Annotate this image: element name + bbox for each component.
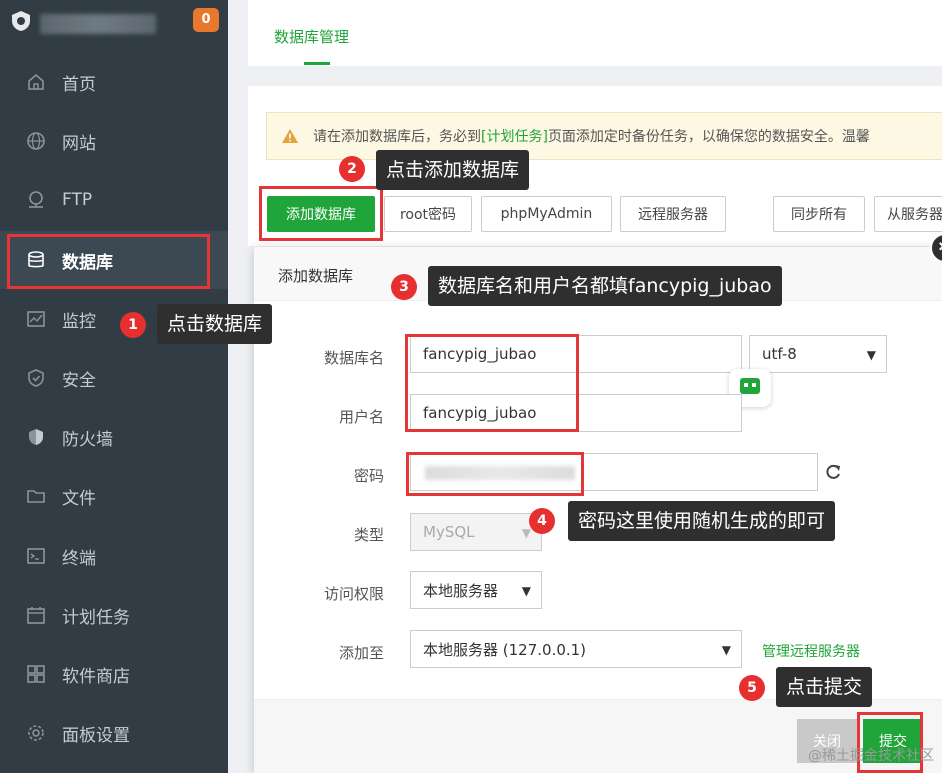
add-to-value: 本地服务器 (127.0.0.1) bbox=[423, 640, 587, 659]
charset-select[interactable]: utf-8 ▼ bbox=[749, 335, 887, 373]
sidebar-header: 0 bbox=[0, 0, 228, 46]
cron-task-link[interactable]: [计划任务] bbox=[481, 126, 548, 146]
step-tip-1: 点击数据库 bbox=[157, 304, 273, 344]
logo-icon bbox=[12, 11, 30, 31]
sidebar-item-home[interactable]: 首页 bbox=[0, 53, 228, 111]
terminal-icon bbox=[27, 548, 45, 564]
chevron-down-icon: ▼ bbox=[866, 348, 876, 362]
sidebar-item-security[interactable]: 安全 bbox=[0, 349, 228, 407]
tab-database-management[interactable]: 数据库管理 bbox=[274, 26, 349, 47]
sidebar-item-panel-settings[interactable]: 面板设置 bbox=[0, 704, 228, 762]
apps-icon bbox=[27, 665, 45, 683]
refresh-icon[interactable] bbox=[822, 461, 844, 483]
server-name-blurred bbox=[40, 14, 156, 34]
warning-icon bbox=[282, 129, 298, 143]
manage-remote-link[interactable]: 管理远程服务器 bbox=[762, 641, 860, 661]
sidebar-item-cron[interactable]: 计划任务 bbox=[0, 586, 228, 644]
shield-check-icon bbox=[28, 369, 44, 387]
step-number-3: 3 bbox=[391, 274, 417, 300]
step-number-4: 4 bbox=[529, 508, 555, 534]
dialog-close-button[interactable] bbox=[930, 233, 942, 263]
gear-icon bbox=[28, 725, 44, 741]
username-label: 用户名 bbox=[338, 408, 384, 426]
type-value: MySQL bbox=[423, 523, 475, 541]
password-label: 密码 bbox=[353, 467, 384, 485]
remote-server-button[interactable]: 远程服务器 bbox=[620, 196, 726, 232]
sidebar-item-label: 监控 bbox=[62, 311, 96, 332]
access-label: 访问权限 bbox=[323, 585, 384, 603]
sidebar-item-files[interactable]: 文件 bbox=[0, 467, 228, 525]
type-select: MySQL ▼ bbox=[410, 513, 542, 551]
warning-text-suffix: 页面添加定时备份任务，以确保您的数据安全。温馨 bbox=[547, 129, 870, 145]
active-tab-indicator bbox=[304, 62, 330, 65]
sync-all-button[interactable]: 同步所有 bbox=[773, 196, 865, 232]
phpmyadmin-button[interactable]: phpMyAdmin bbox=[481, 196, 612, 232]
sidebar-item-firewall[interactable]: 防火墙 bbox=[0, 408, 228, 466]
sidebar-item-label: 计划任务 bbox=[62, 607, 130, 628]
monitor-icon bbox=[27, 311, 45, 327]
db-name-label: 数据库名 bbox=[323, 349, 384, 367]
root-password-button[interactable]: root密码 bbox=[384, 196, 472, 232]
main-tabbar: 数据库管理 bbox=[248, 0, 942, 66]
sidebar-item-label: 终端 bbox=[62, 548, 96, 569]
chevron-down-icon: ▼ bbox=[521, 584, 531, 598]
folder-icon bbox=[27, 490, 45, 503]
callout-box-password bbox=[406, 452, 584, 496]
sidebar-item-label: 面板设置 bbox=[62, 725, 130, 746]
callout-box-names bbox=[405, 334, 579, 432]
step-tip-5: 点击提交 bbox=[776, 667, 873, 707]
home-icon bbox=[28, 73, 44, 90]
sidebar-item-ftp[interactable]: FTP bbox=[0, 171, 228, 229]
sidebar-item-terminal[interactable]: 终端 bbox=[0, 527, 228, 585]
step-tip-2: 点击添加数据库 bbox=[376, 150, 530, 190]
step-number-5: 5 bbox=[739, 675, 765, 701]
access-select[interactable]: 本地服务器 ▼ bbox=[410, 571, 542, 609]
sidebar-item-label: 网站 bbox=[62, 133, 96, 154]
sidebar-item-label: 安全 bbox=[62, 370, 96, 391]
sidebar-item-label: 文件 bbox=[62, 488, 96, 509]
callout-box-add-database bbox=[259, 186, 383, 241]
sidebar-item-website[interactable]: 网站 bbox=[0, 112, 228, 170]
sidebar-item-label: FTP bbox=[62, 190, 93, 210]
step-number-2: 2 bbox=[339, 156, 365, 182]
step-number-1: 1 bbox=[120, 312, 146, 338]
calendar-icon bbox=[27, 607, 45, 624]
chevron-down-icon: ▼ bbox=[721, 643, 731, 657]
warning-banner: 请在添加数据库后，务必到 [计划任务] 页面添加定时备份任务，以确保您的数据安全。温… bbox=[266, 112, 942, 160]
type-label: 类型 bbox=[353, 526, 384, 544]
globe-icon bbox=[27, 132, 45, 150]
dialog-title: 添加数据库 bbox=[278, 267, 354, 285]
watermark: @稀土掘金技术社区 bbox=[808, 748, 934, 764]
access-value: 本地服务器 bbox=[423, 581, 499, 600]
sidebar-item-label: 软件商店 bbox=[62, 666, 130, 687]
step-tip-3: 数据库名和用户名都填fancypig_jubao bbox=[428, 266, 782, 306]
close-icon bbox=[939, 242, 942, 251]
firewall-icon bbox=[29, 429, 43, 445]
from-server-button[interactable]: 从服务器 bbox=[874, 196, 942, 232]
ftp-icon bbox=[29, 191, 43, 208]
chevron-down-icon: ▼ bbox=[521, 526, 531, 540]
notification-badge[interactable]: 0 bbox=[193, 8, 219, 32]
warning-text-prefix: 请在添加数据库后，务必到 bbox=[313, 129, 481, 145]
sidebar-item-label: 防火墙 bbox=[62, 429, 113, 450]
charset-value: utf-8 bbox=[762, 345, 797, 363]
add-to-label: 添加至 bbox=[338, 644, 384, 662]
sidebar-item-label: 首页 bbox=[62, 74, 96, 95]
callout-box-database bbox=[7, 234, 210, 289]
sidebar-item-app-store[interactable]: 软件商店 bbox=[0, 645, 228, 703]
sidebar: 0 首页 网站 FTP 数据库 监控 安全 防火墙 文件 终端 计划任务 软件商… bbox=[0, 0, 228, 773]
step-tip-4: 密码这里使用随机生成的即可 bbox=[568, 501, 836, 541]
add-to-select[interactable]: 本地服务器 (127.0.0.1) ▼ bbox=[410, 630, 742, 668]
